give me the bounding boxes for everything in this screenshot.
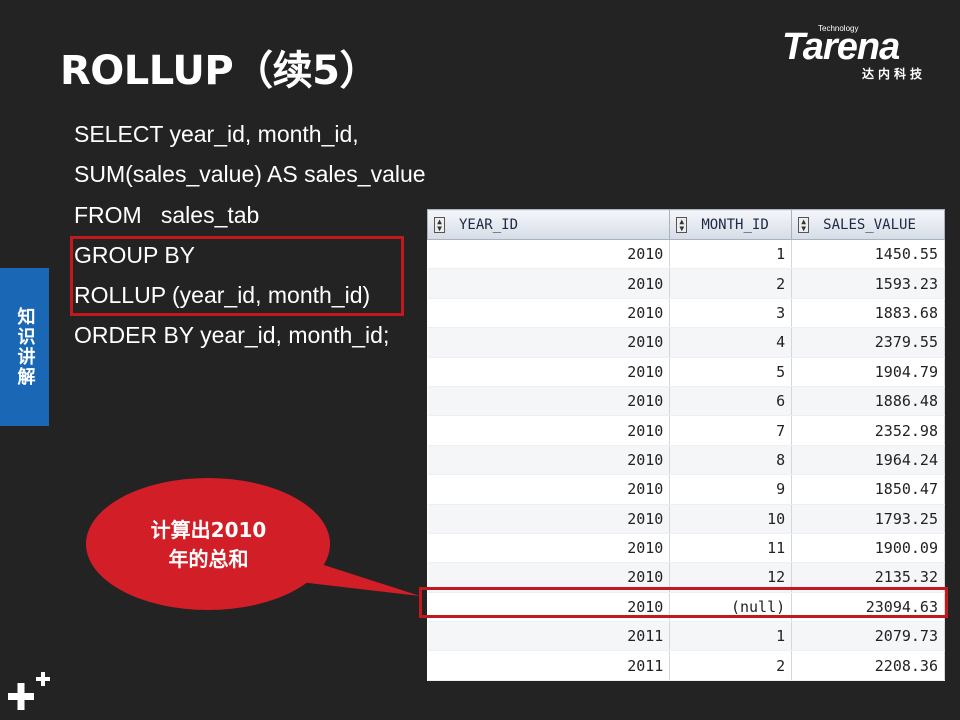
table-row: 2010 8 1964.24: [427, 445, 945, 476]
plus-logo-icon: [8, 672, 50, 710]
table-row: 2010 5 1904.79: [427, 357, 945, 387]
tarena-logo: Tarena Technology 达内科技: [782, 22, 947, 84]
code-line: SELECT year_id, month_id,: [74, 121, 359, 147]
column-header-year-id[interactable]: ▲ ▼ YEAR_ID: [426, 209, 671, 240]
sort-icon: ▲ ▼: [798, 216, 810, 233]
code-line: FROM sales_tab: [74, 201, 260, 228]
table-row: 2011 1 2079.73: [427, 621, 945, 652]
cell-month-id: 11: [669, 533, 793, 564]
group-by-rollup-highlight: [70, 236, 404, 316]
cell-sales-value: 1964.24: [791, 445, 945, 476]
cell-year-id: 2011: [427, 621, 671, 652]
table-row: 2010 9 1850.47: [427, 474, 945, 505]
cell-month-id: 8: [669, 445, 793, 476]
cell-month-id: 6: [669, 386, 793, 417]
cell-sales-value: 2379.55: [791, 327, 945, 358]
cell-year-id: 2011: [427, 650, 671, 681]
cell-month-id: 9: [669, 474, 793, 505]
table-row: 2010 10 1793.25: [427, 504, 945, 534]
side-tab-label: 知识讲解: [14, 307, 36, 387]
side-tab: 知识讲解: [0, 268, 49, 426]
cell-month-id: 2: [669, 268, 793, 299]
sort-icon: ▲ ▼: [676, 216, 688, 233]
cell-month-id: 4: [669, 327, 793, 358]
logo-tagline: Technology: [818, 24, 859, 33]
cell-month-id: 10: [669, 504, 793, 534]
cell-sales-value: 2352.98: [791, 415, 945, 446]
cell-sales-value: 1450.55: [791, 239, 945, 270]
cell-month-id: 5: [669, 357, 793, 387]
cell-sales-value: 1904.79: [791, 357, 945, 387]
slide-title: ROLLUP（续5）: [60, 48, 379, 94]
cell-year-id: 2010: [427, 386, 671, 417]
subtotal-row-highlight: [419, 587, 948, 618]
cell-sales-value: 2079.73: [791, 621, 945, 652]
cell-year-id: 2010: [427, 504, 671, 534]
table-row: 2010 2 1593.23: [427, 268, 945, 299]
cell-year-id: 2010: [427, 357, 671, 387]
cell-sales-value: 1900.09: [791, 533, 945, 564]
table-row: 2010 4 2379.55: [427, 327, 945, 358]
sql-code-block: SELECT year_id, month_id, SUM(sales_valu…: [74, 114, 426, 356]
callout-ellipse: [86, 478, 330, 610]
code-line: ORDER BY year_id, month_id;: [74, 322, 390, 349]
cell-month-id: 1: [669, 239, 793, 270]
cell-year-id: 2010: [427, 474, 671, 505]
sort-icon: ▲ ▼: [434, 216, 445, 233]
cell-month-id: 7: [669, 415, 793, 446]
column-header-sales-value[interactable]: ▲ ▼ SALES_VALUE: [791, 209, 945, 240]
table-row: 2010 1 1450.55: [427, 239, 945, 270]
cell-month-id: 3: [669, 298, 793, 329]
table-row: 2010 3 1883.68: [427, 298, 945, 329]
table-row: 2010 6 1886.48: [427, 386, 945, 417]
code-line: SUM(sales_value) AS sales_value: [74, 161, 426, 188]
cell-sales-value: 1850.47: [791, 474, 945, 505]
logo-chinese-name: 达内科技: [862, 67, 927, 81]
cell-month-id: 1: [669, 621, 793, 652]
table-row: 2010 7 2352.98: [427, 415, 945, 446]
cell-month-id: 2: [669, 650, 793, 681]
cell-year-id: 2010: [427, 533, 671, 564]
cell-sales-value: 1886.48: [791, 386, 945, 417]
cell-year-id: 2010: [427, 298, 671, 329]
cell-year-id: 2010: [427, 268, 671, 299]
cell-year-id: 2010: [427, 445, 671, 476]
cell-sales-value: 2208.36: [791, 650, 945, 681]
table-header-row: ▲ ▼ YEAR_ID ▲ ▼ MONTH_ID ▲ ▼ SALES_VALUE: [426, 209, 945, 240]
table-row: 2011 2 2208.36: [427, 650, 945, 681]
cell-year-id: 2010: [427, 239, 671, 270]
cell-year-id: 2010: [427, 415, 671, 446]
table-row: 2010 11 1900.09: [427, 533, 945, 564]
column-header-month-id[interactable]: ▲ ▼ MONTH_ID: [669, 209, 793, 240]
cell-year-id: 2010: [427, 327, 671, 358]
cell-sales-value: 1793.25: [791, 504, 945, 534]
callout-bubble: [86, 478, 420, 610]
cell-sales-value: 1593.23: [791, 268, 945, 299]
cell-sales-value: 1883.68: [791, 298, 945, 329]
